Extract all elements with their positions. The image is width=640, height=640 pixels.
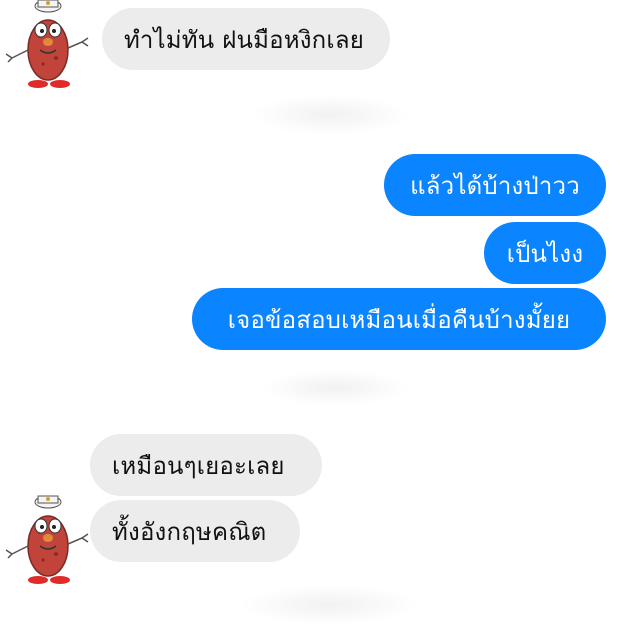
message-text: เหมือนๆเยอะเลย [112,451,285,480]
incoming-message[interactable]: ทั้งอังกฤษคณิต [90,500,300,562]
blurred-timestamp [240,585,420,625]
potato-character-avatar-icon[interactable] [0,488,98,588]
incoming-message[interactable]: ทำไม่ทัน ฝนมือหงิกเลย [102,8,390,70]
outgoing-message[interactable]: เจอข้อสอบเหมือนเมื่อคืนบ้างมั้ยย [192,288,606,350]
message-text: เป็นไงง [506,239,584,268]
message-text: เจอข้อสอบเหมือนเมื่อคืนบ้างมั้ยย [227,305,571,334]
message-text: แล้วได้บ้างป่าวว [410,171,580,200]
outgoing-message[interactable]: แล้วได้บ้างป่าวว [384,154,606,216]
outgoing-message[interactable]: เป็นไงง [484,222,606,284]
chat-thread: ทำไม่ทัน ฝนมือหงิกเลย แล้วได้บ้างป่าวว เ… [0,0,640,640]
message-text: ทั้งอังกฤษคณิต [112,517,267,546]
message-text: ทำไม่ทัน ฝนมือหงิกเลย [124,25,364,54]
blurred-timestamp [250,95,410,135]
blurred-timestamp [260,370,410,406]
potato-character-avatar-icon[interactable] [0,0,98,92]
incoming-message[interactable]: เหมือนๆเยอะเลย [90,434,322,496]
